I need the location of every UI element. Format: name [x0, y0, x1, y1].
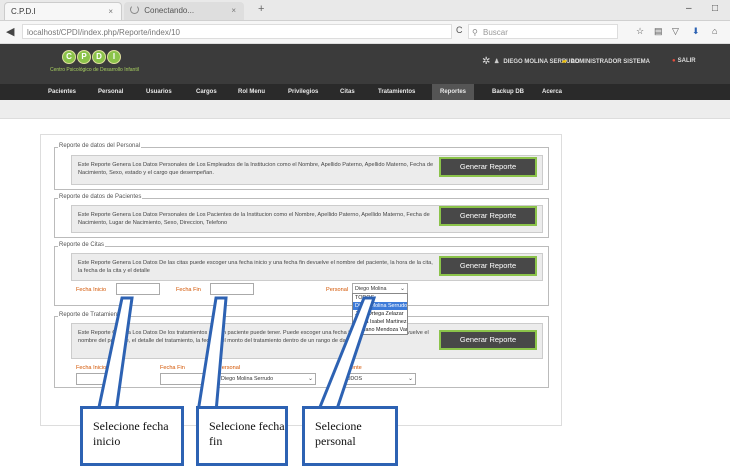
fecha-inicio-pointer: [96, 296, 134, 414]
callout-text: Selecione personal: [315, 419, 362, 448]
fecha-fin-pointer: [196, 296, 228, 414]
fecha-fin-callout: Selecione fecha fin: [196, 406, 288, 466]
fecha-inicio-callout: Selecione fecha inicio: [80, 406, 184, 466]
callout-text: Selecione fecha inicio: [93, 419, 169, 448]
personal-callout: Selecione personal: [302, 406, 398, 466]
personal-pointer: [315, 296, 377, 414]
callout-text: Selecione fecha fin: [209, 419, 285, 448]
callout-arrows: [96, 296, 377, 414]
